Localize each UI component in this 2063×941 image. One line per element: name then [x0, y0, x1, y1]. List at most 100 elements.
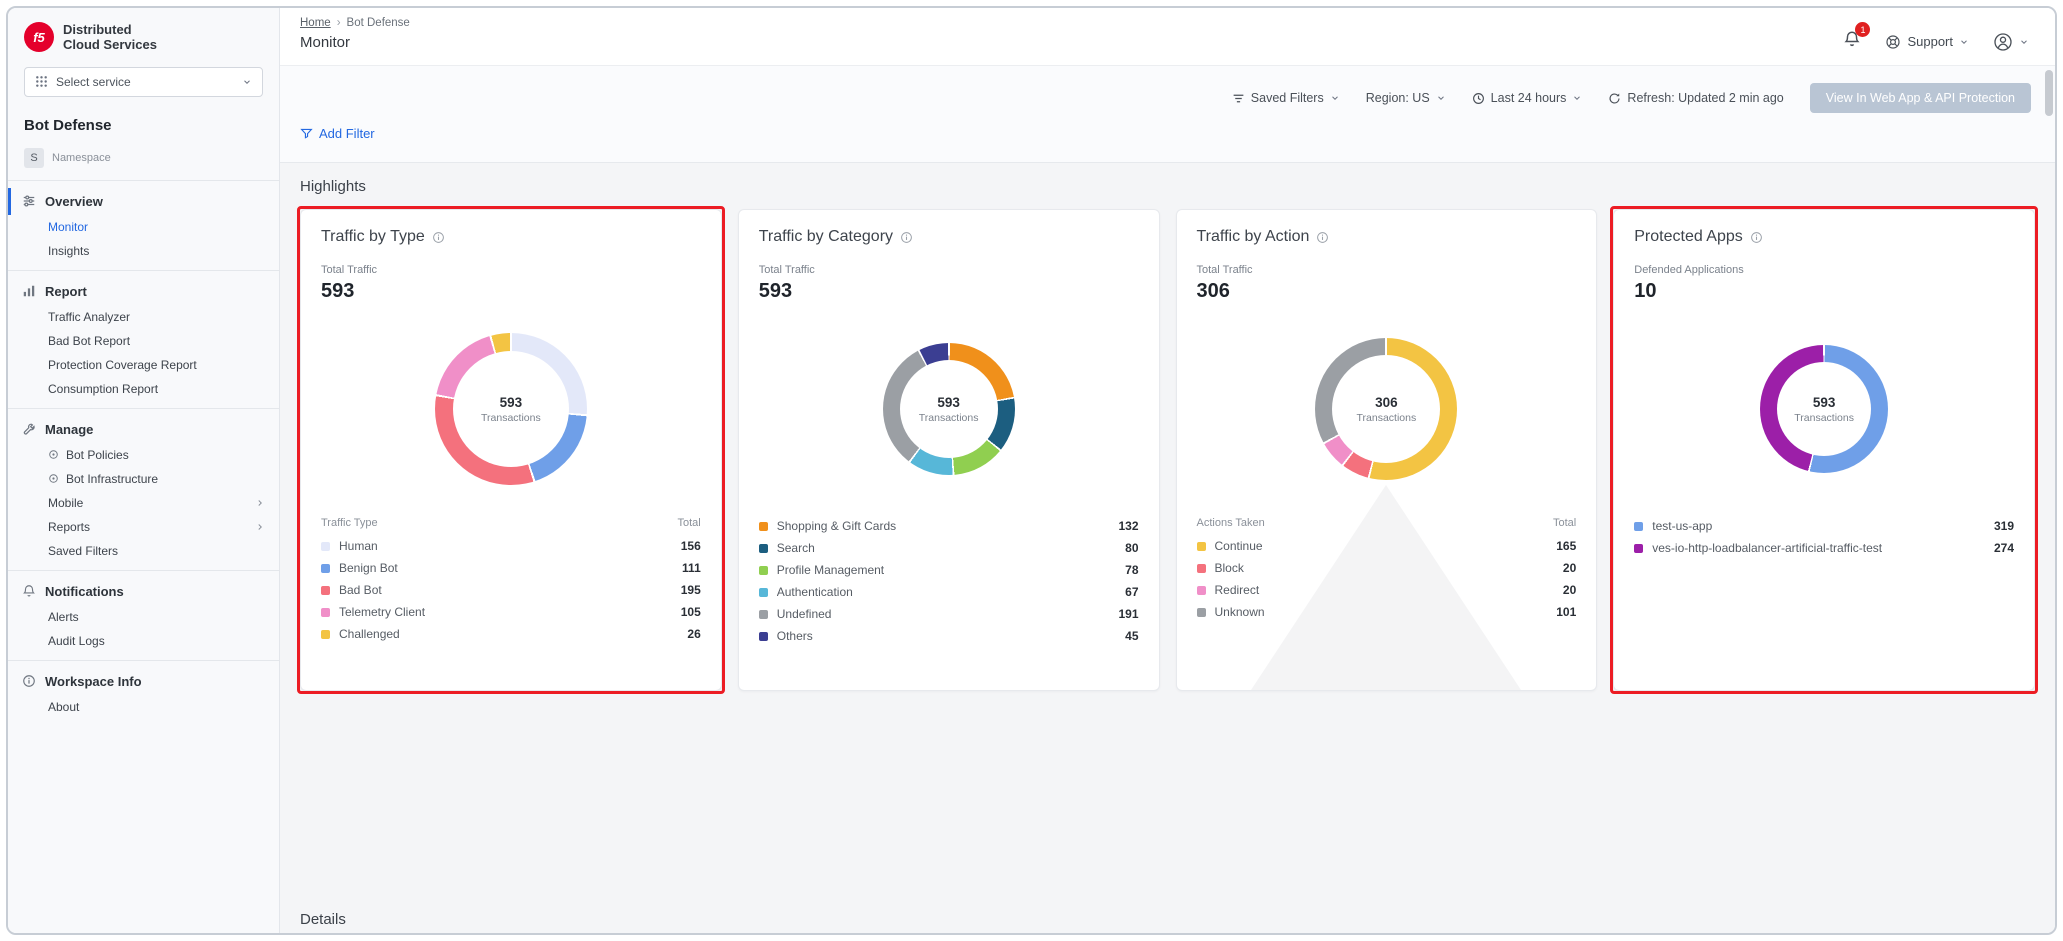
sidebar-item-reports[interactable]: Reports	[8, 515, 279, 539]
legend-label: Block	[1215, 561, 1553, 575]
section-label: Workspace Info	[45, 674, 142, 689]
breadcrumb-separator: ›	[337, 17, 341, 29]
nav-item-label: Consumption Report	[48, 382, 158, 396]
donut-chart[interactable]: 593 Transactions	[1760, 345, 1888, 473]
legend-item[interactable]: Shopping & Gift Cards132	[759, 515, 1139, 537]
sidebar-section-notifications[interactable]: Notifications	[8, 578, 279, 605]
card-traffic-by-category: Traffic by Category Total Traffic 593 59…	[738, 209, 1160, 691]
legend-item[interactable]: Human156	[321, 535, 701, 557]
stat-label: Defended Applications	[1634, 264, 2014, 276]
legend-label: Redirect	[1215, 583, 1553, 597]
donut-center-label: Transactions	[1794, 412, 1854, 424]
stat-label: Total Traffic	[759, 264, 1139, 276]
sidebar-section-report[interactable]: Report	[8, 278, 279, 305]
legend-item[interactable]: ves-io-http-loadbalancer-artificial-traf…	[1634, 537, 2014, 559]
legend-value: 165	[1556, 539, 1576, 553]
donut-chart[interactable]: 593 Transactions	[883, 343, 1015, 475]
legend-header-left: Actions Taken	[1197, 517, 1265, 529]
time-range-dropdown[interactable]: Last 24 hours	[1472, 91, 1583, 105]
breadcrumb-home-link[interactable]: Home	[300, 17, 331, 29]
sidebar-item-insights[interactable]: Insights	[8, 239, 279, 263]
sidebar-item-monitor[interactable]: Monitor	[8, 215, 279, 239]
scrollbar-thumb[interactable]	[2045, 70, 2053, 116]
donut-chart[interactable]: 306 Transactions	[1315, 338, 1457, 480]
sidebar-item-consumption-report[interactable]: Consumption Report	[8, 377, 279, 401]
sidebar-section-manage[interactable]: Manage	[8, 416, 279, 443]
select-service-dropdown[interactable]: Select service	[24, 67, 263, 97]
chevron-down-icon	[2019, 37, 2029, 47]
section-label: Report	[45, 284, 87, 299]
region-dropdown[interactable]: Region: US	[1366, 91, 1446, 105]
legend-item[interactable]: Search80	[759, 537, 1139, 559]
sidebar-item-bot-infrastructure[interactable]: Bot Infrastructure	[8, 467, 279, 491]
legend-item[interactable]: Challenged26	[321, 623, 701, 645]
nav-item-label: Mobile	[48, 496, 83, 510]
bar-chart-icon	[22, 284, 36, 298]
sidebar-item-about[interactable]: About	[8, 695, 279, 719]
legend-item[interactable]: Bad Bot195	[321, 579, 701, 601]
brand-line1: Distributed	[63, 22, 157, 37]
legend-label: test-us-app	[1652, 519, 1984, 533]
scrollbar[interactable]	[2045, 68, 2053, 927]
legend-swatch	[1197, 586, 1206, 595]
support-icon	[1885, 34, 1901, 50]
legend-item[interactable]: Block 20	[1197, 557, 1577, 579]
refresh-button[interactable]: Refresh: Updated 2 min ago	[1608, 91, 1783, 105]
sidebar-section-overview[interactable]: Overview	[8, 188, 279, 215]
notifications-button[interactable]: 1	[1843, 30, 1861, 53]
info-icon[interactable]	[432, 231, 445, 244]
info-icon[interactable]	[900, 231, 913, 244]
legend-swatch	[1634, 522, 1643, 531]
stat-value: 306	[1197, 280, 1577, 303]
namespace-selector[interactable]: S Namespace	[24, 148, 263, 168]
sidebar-section-workspace-info[interactable]: Workspace Info	[8, 668, 279, 695]
info-icon[interactable]	[1316, 231, 1329, 244]
refresh-icon	[1608, 92, 1621, 105]
sidebar-item-audit-logs[interactable]: Audit Logs	[8, 629, 279, 653]
legend-item[interactable]: Unknown101	[1197, 601, 1577, 623]
legend-value: 191	[1118, 607, 1138, 621]
stat-value: 593	[321, 280, 701, 303]
legend-item[interactable]: Profile Management78	[759, 559, 1139, 581]
legend: Shopping & Gift Cards132 Search80 Profil…	[759, 515, 1139, 647]
donut-chart[interactable]: 593 Transactions	[435, 333, 587, 485]
refresh-label: Refresh: Updated 2 min ago	[1627, 91, 1783, 105]
legend-header-left: Traffic Type	[321, 517, 378, 529]
brand-logo[interactable]: f5 Distributed Cloud Services	[8, 8, 279, 63]
sidebar-item-traffic-analyzer[interactable]: Traffic Analyzer	[8, 305, 279, 329]
sidebar-item-protection-coverage-report[interactable]: Protection Coverage Report	[8, 353, 279, 377]
legend-item[interactable]: Telemetry Client105	[321, 601, 701, 623]
saved-filters-dropdown[interactable]: Saved Filters	[1232, 91, 1340, 105]
legend-item[interactable]: Authentication67	[759, 581, 1139, 603]
time-range-label: Last 24 hours	[1491, 91, 1567, 105]
legend-value: 20	[1563, 561, 1576, 575]
sidebar-item-alerts[interactable]: Alerts	[8, 605, 279, 629]
service-title: Bot Defense	[24, 117, 263, 134]
sidebar-item-bad-bot-report[interactable]: Bad Bot Report	[8, 329, 279, 353]
stat-value: 593	[759, 280, 1139, 303]
stat-label: Total Traffic	[321, 264, 701, 276]
legend-item[interactable]: Benign Bot111	[321, 557, 701, 579]
sidebar-nav: Overview Monitor Insights Report Traffic…	[8, 180, 279, 719]
info-icon[interactable]	[1750, 231, 1763, 244]
section-label: Manage	[45, 422, 93, 437]
legend-swatch	[759, 566, 768, 575]
add-filter-button[interactable]: Add Filter	[300, 126, 375, 141]
chevron-down-icon	[242, 77, 252, 87]
sidebar-item-bot-policies[interactable]: Bot Policies	[8, 443, 279, 467]
card-traffic-by-action-wrap: Traffic by Action Total Traffic 306 306	[1176, 209, 1598, 691]
view-in-waap-button[interactable]: View In Web App & API Protection	[1810, 83, 2031, 113]
legend-item[interactable]: Others45	[759, 625, 1139, 647]
legend-item[interactable]: Undefined191	[759, 603, 1139, 625]
sidebar-item-mobile[interactable]: Mobile	[8, 491, 279, 515]
nav-item-label: Protection Coverage Report	[48, 358, 197, 372]
legend-swatch	[759, 588, 768, 597]
legend-item[interactable]: Continue165	[1197, 535, 1577, 557]
sidebar-item-saved-filters[interactable]: Saved Filters	[8, 539, 279, 563]
account-menu[interactable]	[1993, 32, 2029, 52]
legend-item[interactable]: test-us-app319	[1634, 515, 2014, 537]
card-title: Traffic by Category	[759, 228, 893, 246]
legend-label: Telemetry Client	[339, 605, 671, 619]
legend-item[interactable]: Redirect20	[1197, 579, 1577, 601]
support-menu[interactable]: Support	[1885, 34, 1969, 50]
